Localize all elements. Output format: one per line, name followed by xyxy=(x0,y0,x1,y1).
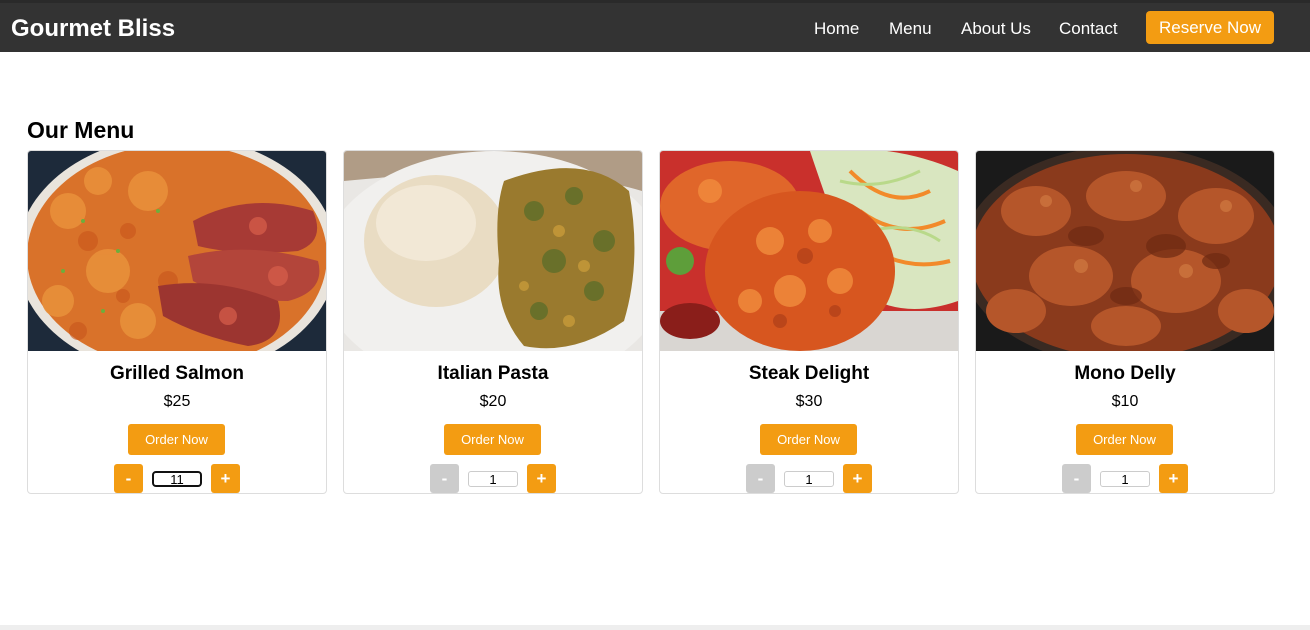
dish-name: Steak Delight xyxy=(748,363,870,384)
decrease-quantity-button[interactable]: - xyxy=(746,464,775,493)
nav-home-link[interactable]: Home xyxy=(814,19,859,39)
dish-name: Italian Pasta xyxy=(437,363,549,384)
decrease-quantity-button[interactable]: - xyxy=(430,464,459,493)
food-image-meat-stew xyxy=(976,151,1274,351)
quantity-stepper: - + xyxy=(28,464,326,493)
reserve-now-button[interactable]: Reserve Now xyxy=(1146,11,1274,44)
menu-section-title: Our Menu xyxy=(27,117,135,143)
menu-card-mono-delly: Mono Delly $10 Order Now - + xyxy=(975,150,1275,494)
dish-name: Grilled Salmon xyxy=(109,363,245,384)
order-now-button[interactable]: Order Now xyxy=(760,424,857,455)
quantity-stepper: - + xyxy=(660,464,958,493)
food-image-pounded-yam-vegetable xyxy=(344,151,642,351)
quantity-stepper: - + xyxy=(344,464,642,493)
nav-links: Home Menu About Us Contact xyxy=(0,19,1310,39)
dish-name: Mono Delly xyxy=(1074,363,1176,384)
order-now-button[interactable]: Order Now xyxy=(1076,424,1173,455)
increase-quantity-button[interactable]: + xyxy=(843,464,872,493)
increase-quantity-button[interactable]: + xyxy=(1159,464,1188,493)
menu-card-steak-delight: Steak Delight $30 Order Now - + xyxy=(659,150,959,494)
quantity-stepper: - + xyxy=(976,464,1274,493)
decrease-quantity-button[interactable]: - xyxy=(1062,464,1091,493)
dish-price: $10 xyxy=(1111,393,1139,410)
increase-quantity-button[interactable]: + xyxy=(211,464,240,493)
quantity-input[interactable] xyxy=(784,471,834,487)
top-navbar: Gourmet Bliss Home Menu About Us Contact… xyxy=(0,0,1310,52)
menu-card-italian-pasta: Italian Pasta $20 Order Now - + xyxy=(343,150,643,494)
food-image-jollof-chicken xyxy=(28,151,326,351)
increase-quantity-button[interactable]: + xyxy=(527,464,556,493)
nav-contact-link[interactable]: Contact xyxy=(1059,19,1118,39)
quantity-input[interactable] xyxy=(152,471,202,487)
quantity-input[interactable] xyxy=(468,471,518,487)
order-now-button[interactable]: Order Now xyxy=(444,424,541,455)
decrease-quantity-button[interactable]: - xyxy=(114,464,143,493)
menu-card-grilled-salmon: Grilled Salmon $25 Order Now - + xyxy=(27,150,327,494)
page-bottom-divider xyxy=(0,625,1310,630)
nav-menu-link[interactable]: Menu xyxy=(889,19,932,39)
nav-about-link[interactable]: About Us xyxy=(961,19,1031,39)
dish-price: $25 xyxy=(163,393,191,410)
dish-price: $20 xyxy=(479,393,507,410)
quantity-input[interactable] xyxy=(1100,471,1150,487)
food-image-jollof-salad xyxy=(660,151,958,351)
dish-price: $30 xyxy=(795,393,823,410)
order-now-button[interactable]: Order Now xyxy=(128,424,225,455)
